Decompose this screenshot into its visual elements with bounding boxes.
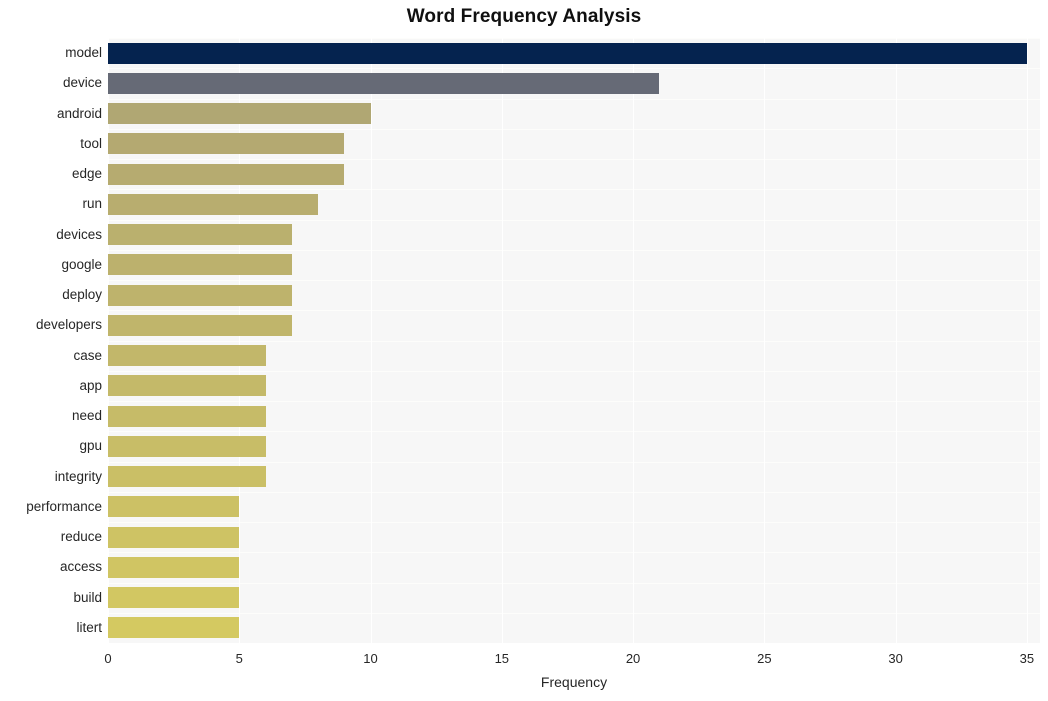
y-tick-label-performance: performance <box>26 498 102 514</box>
bar <box>108 435 266 457</box>
bar <box>108 617 240 639</box>
x-tick-label-15: 15 <box>494 651 510 666</box>
gridline-vertical <box>239 38 241 643</box>
gridline-vertical <box>108 38 109 643</box>
y-tick-label-tool: tool <box>80 135 102 151</box>
bar <box>108 224 292 246</box>
gridline-horizontal <box>108 431 1040 432</box>
y-axis-tick-labels: model device android tool edge run devices goog… <box>0 38 102 643</box>
gridline-horizontal <box>108 99 1040 100</box>
bar <box>108 345 266 367</box>
gridline-horizontal <box>108 552 1040 553</box>
y-tick-label-android: android <box>56 105 102 121</box>
bar <box>108 133 345 155</box>
bar <box>108 587 240 609</box>
gridline-vertical <box>370 38 372 643</box>
y-tick-label-reduce: reduce <box>60 529 102 545</box>
y-tick-label-google: google <box>61 256 102 272</box>
gridline-vertical <box>895 38 897 643</box>
y-tick-label-devices: devices <box>56 226 102 242</box>
gridline-horizontal <box>108 613 1040 614</box>
y-tick-label-need: need <box>71 408 102 424</box>
bar <box>108 193 319 215</box>
y-tick-label-device: device <box>62 75 102 91</box>
gridline-horizontal <box>108 250 1040 251</box>
gridline-horizontal <box>108 492 1040 493</box>
y-tick-label-model: model <box>65 45 102 61</box>
word-frequency-bar-chart: Word Frequency Analysis model device andro… <box>0 0 1048 701</box>
gridline-horizontal <box>108 38 1040 39</box>
bar <box>108 375 266 397</box>
y-tick-label-run: run <box>82 196 102 212</box>
chart-title: Word Frequency Analysis <box>406 6 642 27</box>
y-tick-label-gpu: gpu <box>79 438 102 454</box>
x-axis-tick-labels: 0 5 10 15 20 25 30 35 <box>104 643 1040 673</box>
bar <box>108 496 240 518</box>
x-tick-label-10: 10 <box>363 651 378 666</box>
bar <box>108 405 266 427</box>
bar <box>108 72 660 94</box>
bar <box>108 254 292 276</box>
gridline-horizontal <box>108 129 1040 130</box>
bar <box>108 526 240 548</box>
gridline-vertical <box>501 38 503 643</box>
y-tick-label-developers: developers <box>35 317 102 333</box>
x-tick-label-30: 30 <box>888 651 903 666</box>
y-tick-label-case: case <box>73 347 102 363</box>
gridline-horizontal <box>108 220 1040 221</box>
gridline-horizontal <box>108 310 1040 311</box>
gridline-horizontal <box>108 341 1040 342</box>
bar <box>108 556 240 578</box>
x-tick-label-0: 0 <box>104 651 112 666</box>
gridline-horizontal <box>108 522 1040 523</box>
gridline-vertical <box>1026 38 1028 643</box>
y-tick-label-litert: litert <box>76 619 102 635</box>
gridline-horizontal <box>108 401 1040 402</box>
y-tick-label-edge: edge <box>71 166 102 182</box>
gridline-horizontal <box>108 189 1040 190</box>
bar <box>108 284 292 306</box>
gridline-vertical <box>764 38 766 643</box>
bar <box>108 314 292 336</box>
bar <box>108 103 371 125</box>
x-tick-label-25: 25 <box>757 651 772 666</box>
plot-area <box>108 38 1040 643</box>
gridline-horizontal <box>108 280 1040 281</box>
gridline-horizontal <box>108 462 1040 463</box>
bar <box>108 42 1027 64</box>
bar <box>108 163 345 185</box>
gridline-horizontal <box>108 583 1040 584</box>
gridline-vertical <box>633 38 635 643</box>
x-axis-title: Frequency <box>540 674 608 690</box>
gridline-horizontal <box>108 371 1040 372</box>
x-tick-label-35: 35 <box>1019 651 1035 666</box>
x-tick-label-20: 20 <box>625 651 641 666</box>
gridline-horizontal <box>108 68 1040 69</box>
y-tick-label-deploy: deploy <box>62 287 102 303</box>
y-tick-label-integrity: integrity <box>54 468 102 484</box>
y-tick-label-build: build <box>73 589 102 605</box>
x-tick-label-5: 5 <box>235 651 243 666</box>
bar <box>108 466 266 488</box>
y-tick-label-app: app <box>79 377 102 393</box>
gridline-horizontal <box>108 159 1040 160</box>
y-tick-label-access: access <box>59 559 102 575</box>
